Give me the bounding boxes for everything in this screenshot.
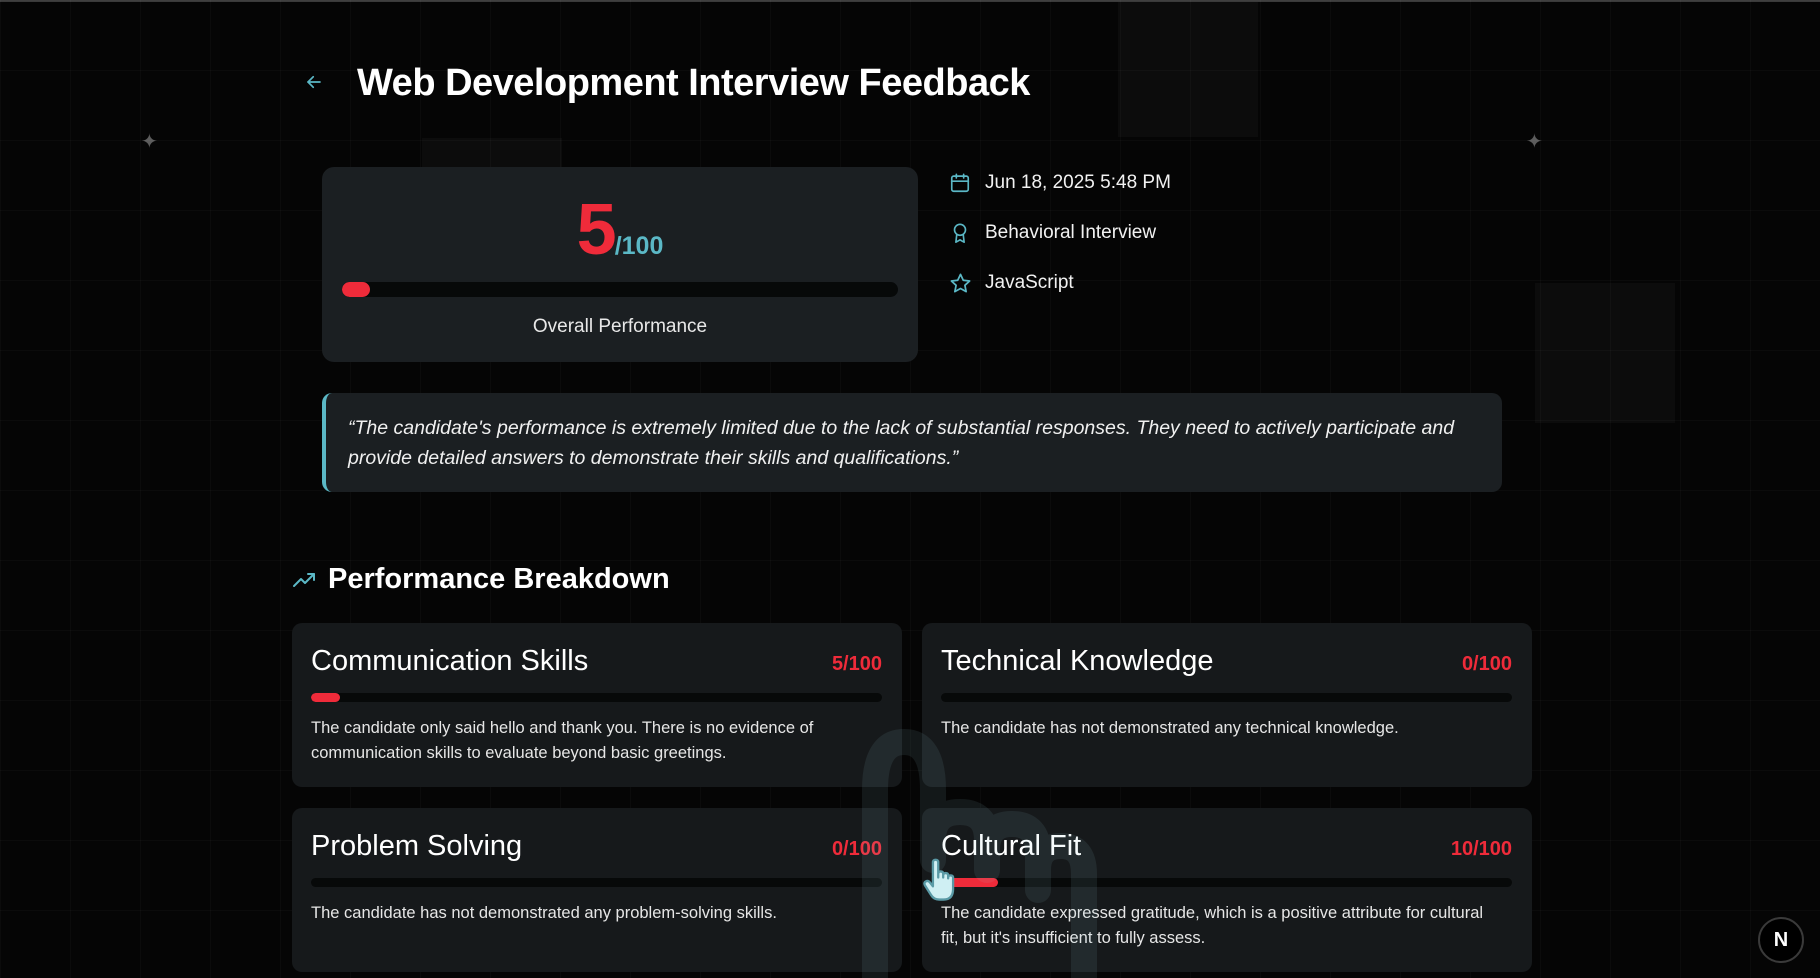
category-name: Problem Solving bbox=[311, 830, 523, 862]
calendar-icon bbox=[948, 171, 972, 195]
meta-tech-stack: JavaScript bbox=[948, 270, 1171, 296]
section-title: Performance Breakdown bbox=[328, 563, 670, 595]
background-square bbox=[1535, 283, 1675, 423]
category-name: Technical Knowledge bbox=[941, 645, 1214, 677]
back-button[interactable] bbox=[300, 70, 328, 98]
category-score: 5/100 bbox=[831, 653, 882, 675]
category-progress-bar bbox=[941, 693, 1512, 702]
overall-score-card: 5/100 Overall Performance bbox=[322, 167, 918, 362]
meta-interview-type: Behavioral Interview bbox=[948, 220, 1171, 246]
category-card-problem-solving: Problem Solving 0/100 The candidate has … bbox=[292, 808, 902, 972]
category-progress-bar bbox=[311, 693, 882, 702]
category-comment: The candidate has not demonstrated any p… bbox=[311, 904, 777, 922]
award-icon bbox=[948, 221, 972, 245]
nextjs-logo-icon[interactable]: N bbox=[1758, 917, 1804, 963]
summary-quote-text: “The candidate's performance is extremel… bbox=[348, 417, 1455, 469]
nextjs-logo-letter: N bbox=[1773, 928, 1789, 951]
category-card-cultural-fit: Cultural Fit 10/100 The candidate expres… bbox=[922, 808, 1532, 972]
star-icon bbox=[948, 271, 972, 295]
category-score: 0/100 bbox=[831, 838, 882, 860]
page-title: Web Development Interview Feedback bbox=[357, 62, 1030, 104]
category-progress-bar bbox=[941, 878, 1512, 887]
meta-interview-type-text: Behavioral Interview bbox=[985, 222, 1157, 243]
meta-date: Jun 18, 2025 5:48 PM bbox=[948, 170, 1171, 196]
arrow-left-icon bbox=[305, 73, 323, 96]
category-score: 10/100 bbox=[1450, 838, 1512, 860]
trending-up-icon bbox=[292, 567, 318, 593]
overall-progress-bar bbox=[342, 282, 898, 297]
overall-score-denominator: /100 bbox=[614, 232, 664, 260]
window-top-border bbox=[0, 0, 1820, 2]
category-comment: The candidate has not demonstrated any t… bbox=[941, 719, 1399, 737]
sparkle-icon: ✦ bbox=[1526, 131, 1543, 153]
category-comment: The candidate expressed gratitude, which… bbox=[941, 904, 1484, 947]
performance-breakdown-heading: Performance Breakdown bbox=[292, 563, 670, 596]
hand-pointer-cursor-icon bbox=[918, 858, 962, 909]
meta-tech-stack-text: JavaScript bbox=[985, 272, 1074, 293]
category-score: 0/100 bbox=[1461, 653, 1512, 675]
overall-score-value: 5 bbox=[576, 190, 617, 270]
category-name: Communication Skills bbox=[311, 645, 589, 677]
overall-score-label: Overall Performance bbox=[532, 316, 708, 337]
overall-score: 5/100 bbox=[322, 189, 918, 271]
sparkle-icon: ✦ bbox=[141, 131, 158, 153]
interview-meta: Jun 18, 2025 5:48 PM Behavioral Intervie… bbox=[948, 170, 1171, 320]
category-card-communication: Communication Skills 5/100 The candidate… bbox=[292, 623, 902, 787]
meta-date-text: Jun 18, 2025 5:48 PM bbox=[985, 172, 1171, 193]
category-progress-fill bbox=[311, 693, 340, 702]
category-progress-bar bbox=[311, 878, 882, 887]
summary-quote: “The candidate's performance is extremel… bbox=[322, 393, 1502, 492]
category-card-technical: Technical Knowledge 0/100 The candidate … bbox=[922, 623, 1532, 787]
category-comment: The candidate only said hello and thank … bbox=[311, 719, 814, 762]
overall-progress-fill bbox=[342, 282, 370, 297]
background-square bbox=[1118, 2, 1258, 137]
category-name: Cultural Fit bbox=[941, 830, 1082, 862]
